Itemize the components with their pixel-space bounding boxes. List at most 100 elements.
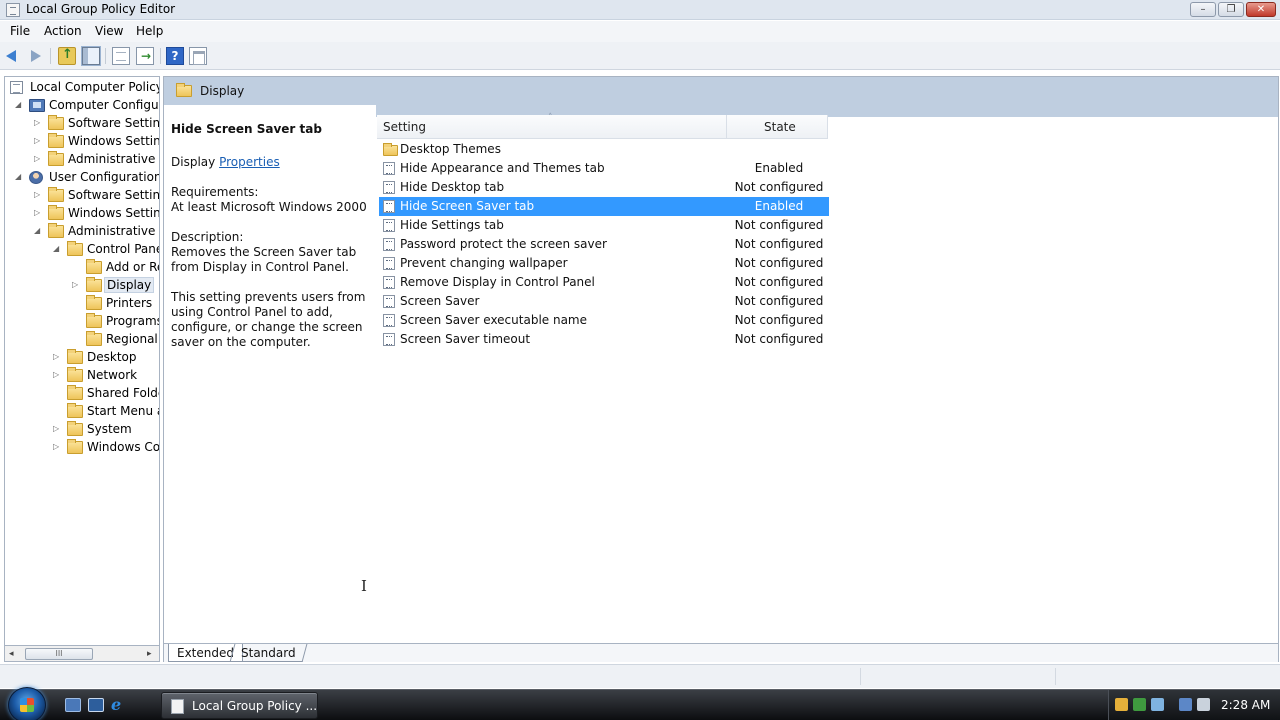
policy-icon <box>171 699 184 714</box>
taskbar-button-group-policy[interactable]: Local Group Policy ... <box>161 692 318 719</box>
collapse-icon[interactable]: ◢ <box>15 172 23 182</box>
program-icon[interactable] <box>1151 698 1164 711</box>
scroll-left-icon[interactable]: ◂ <box>9 649 14 659</box>
tree-item-user-windows-settings[interactable]: ▷ Windows Setting <box>5 205 159 223</box>
folder-icon <box>67 439 83 454</box>
list-item-hide-screen-saver-tab[interactable]: Hide Screen Saver tab Enabled <box>379 197 829 216</box>
security-shield-icon[interactable] <box>1115 698 1128 711</box>
folder-icon <box>48 205 64 220</box>
description-label: Description: <box>171 230 244 244</box>
volume-muted-icon[interactable] <box>1197 698 1210 711</box>
tree-item-windows-components[interactable]: ▷ Windows Cor <box>5 439 159 457</box>
collapse-icon[interactable]: ◢ <box>15 100 23 110</box>
tree-item-label: Software Settings <box>68 116 160 130</box>
back-icon[interactable] <box>4 47 22 65</box>
tree-item-windows-settings[interactable]: ▷ Windows Setting <box>5 133 159 151</box>
expand-icon[interactable]: ▷ <box>34 208 42 218</box>
switch-windows-icon[interactable] <box>88 698 104 712</box>
collapse-icon[interactable]: ◢ <box>34 226 42 236</box>
tree-item-regional-options[interactable]: Regional a <box>5 331 159 349</box>
console-tree[interactable]: Local Computer Policy ◢ Computer Configu… <box>4 76 160 662</box>
tree-horizontal-scrollbar[interactable]: ◂ III ▸ <box>4 645 160 662</box>
tree-item-label: Control Panel <box>87 242 160 256</box>
extended-view-icon[interactable] <box>189 47 207 65</box>
expand-icon[interactable]: ▷ <box>53 352 61 362</box>
folder-icon <box>48 187 64 202</box>
help-icon[interactable]: ? <box>166 47 184 65</box>
menu-view[interactable]: View <box>95 24 123 38</box>
start-button[interactable] <box>8 687 46 720</box>
tree-item-user-software-settings[interactable]: ▷ Software Settings <box>5 187 159 205</box>
close-icon: ✕ <box>1256 4 1266 15</box>
expand-icon[interactable]: ▷ <box>34 190 42 200</box>
scrollbar-thumb[interactable]: III <box>25 648 93 660</box>
internet-explorer-icon[interactable]: e <box>111 697 127 713</box>
tab-standard[interactable]: Standard <box>229 644 308 662</box>
list-item-screen-saver-executable[interactable]: Screen Saver executable name Not configu… <box>379 311 829 330</box>
detail-text: This setting prevents users from using C… <box>171 290 366 349</box>
expand-icon[interactable]: ▷ <box>53 424 61 434</box>
list-item-password-protect-screen-saver[interactable]: Password protect the screen saver Not co… <box>379 235 829 254</box>
list-item-hide-desktop-tab[interactable]: Hide Desktop tab Not configured <box>379 178 829 197</box>
description-area-top <box>164 105 376 117</box>
list-item-hide-settings-tab[interactable]: Hide Settings tab Not configured <box>379 216 829 235</box>
close-button[interactable]: ✕ <box>1246 2 1276 17</box>
view-tabs: Extended Standard <box>164 643 1278 662</box>
tree-item-shared-folders[interactable]: Shared Folder <box>5 385 159 403</box>
maximize-button[interactable]: ❐ <box>1218 2 1244 17</box>
tree-item-control-panel[interactable]: ◢ Control Panel <box>5 241 159 259</box>
tree-item-desktop[interactable]: ▷ Desktop <box>5 349 159 367</box>
tree-item-printers[interactable]: Printers <box>5 295 159 313</box>
properties-link[interactable]: Properties <box>219 155 280 169</box>
toolbar-separator <box>160 48 161 64</box>
tree-item-programs[interactable]: Programs <box>5 313 159 331</box>
collapse-icon[interactable]: ◢ <box>53 244 61 254</box>
tree-item-label: Start Menu ar <box>87 404 159 418</box>
tree-item-add-or-remove-programs[interactable]: Add or Re <box>5 259 159 277</box>
clock[interactable]: 2:28 AM <box>1221 698 1270 712</box>
list-item-prevent-changing-wallpaper[interactable]: Prevent changing wallpaper Not configure… <box>379 254 829 273</box>
show-desktop-icon[interactable] <box>65 698 81 712</box>
menu-file[interactable]: File <box>10 24 30 38</box>
expand-icon[interactable]: ▷ <box>34 118 42 128</box>
tree-item-computer-configuration[interactable]: ◢ Computer Configura <box>5 97 159 115</box>
expand-icon[interactable]: ▷ <box>34 136 42 146</box>
minimize-button[interactable]: – <box>1190 2 1216 17</box>
expand-icon[interactable]: ▷ <box>34 154 42 164</box>
tree-item-administrative-templates[interactable]: ▷ Administrative Te <box>5 151 159 169</box>
show-hide-tree-icon[interactable] <box>81 46 101 66</box>
tree-item-user-administrative-templates[interactable]: ◢ Administrative Te <box>5 223 159 241</box>
display-properties-line: Display Properties <box>171 155 371 170</box>
menu-help[interactable]: Help <box>136 24 163 38</box>
network-icon[interactable] <box>1179 698 1192 711</box>
expand-icon[interactable]: ▷ <box>53 370 61 380</box>
expand-icon[interactable]: ▷ <box>72 280 80 290</box>
tree-item-local-computer-policy[interactable]: Local Computer Policy <box>5 79 159 97</box>
tree-item-system[interactable]: ▷ System <box>5 421 159 439</box>
update-icon[interactable] <box>1133 698 1146 711</box>
up-folder-icon[interactable] <box>58 47 76 65</box>
list-item-desktop-themes[interactable]: Desktop Themes <box>379 140 829 159</box>
list-item-screen-saver[interactable]: Screen Saver Not configured <box>379 292 829 311</box>
forward-icon[interactable] <box>26 47 44 65</box>
setting-state: Enabled <box>754 199 804 213</box>
list-item-hide-appearance-themes[interactable]: Hide Appearance and Themes tab Enabled <box>379 159 829 178</box>
setting-state: Not configured <box>734 180 824 194</box>
tree-item-label: Software Settings <box>68 188 160 202</box>
list-item-remove-display[interactable]: Remove Display in Control Panel Not conf… <box>379 273 829 292</box>
list-item-screen-saver-timeout[interactable]: Screen Saver timeout Not configured <box>379 330 829 349</box>
tree-item-display[interactable]: ▷ Display <box>5 277 159 295</box>
expand-icon[interactable]: ▷ <box>53 442 61 452</box>
tree-item-user-configuration[interactable]: ◢ User Configuration <box>5 169 159 187</box>
tree-item-label: Administrative Te <box>68 224 159 238</box>
column-header-state[interactable]: State <box>727 115 828 139</box>
menu-action[interactable]: Action <box>44 24 82 38</box>
tree-item-network[interactable]: ▷ Network <box>5 367 159 385</box>
setting-icon <box>383 314 395 327</box>
properties-icon[interactable] <box>112 47 130 65</box>
tree-item-start-menu[interactable]: Start Menu ar <box>5 403 159 421</box>
tree-item-software-settings[interactable]: ▷ Software Settings <box>5 115 159 133</box>
scroll-right-icon[interactable]: ▸ <box>147 649 152 659</box>
export-list-icon[interactable] <box>136 47 154 65</box>
setting-state: Not configured <box>734 294 824 308</box>
